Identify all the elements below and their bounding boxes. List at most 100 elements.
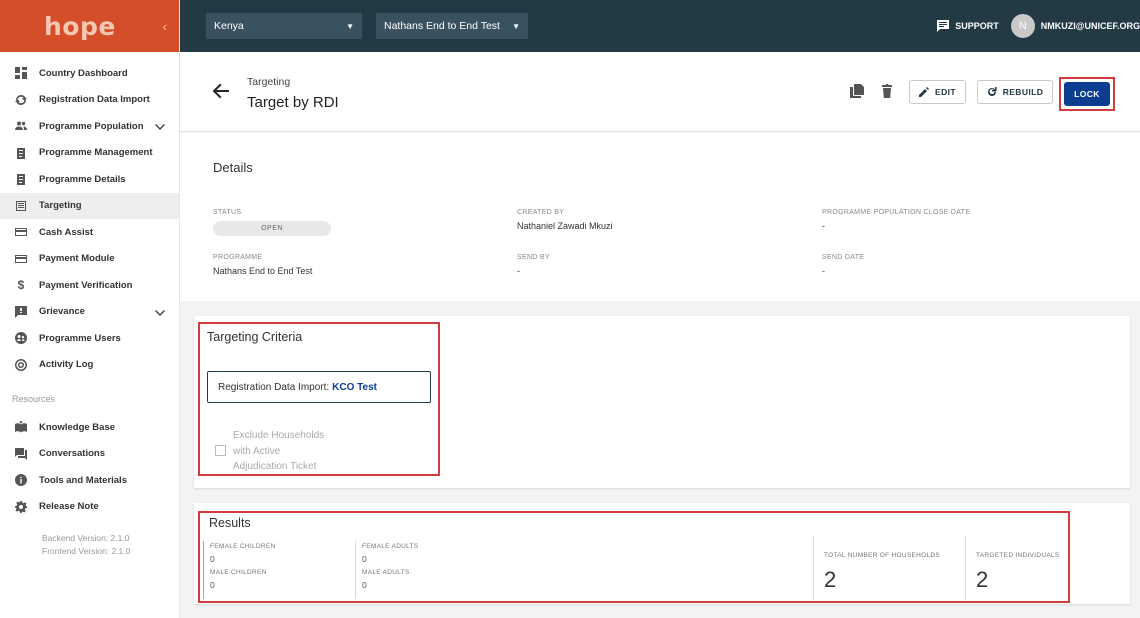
exclude-label-line-2: with Active	[233, 445, 281, 457]
support-button[interactable]: SUPPORT	[937, 20, 999, 32]
page-header: Targeting Target by RDI EDIT REBUILD LOC…	[180, 52, 1140, 132]
back-arrow-icon[interactable]	[212, 82, 230, 100]
close-date-label: PROGRAMME POPULATION CLOSE DATE	[822, 209, 971, 216]
sidebar-item-programme-users[interactable]: Programme Users	[0, 325, 179, 352]
logo-bar: hope ‹	[0, 0, 179, 52]
caret-down-icon: ▼	[512, 21, 520, 31]
total-households-value: 2	[824, 567, 837, 592]
programme-label: PROGRAMME	[213, 254, 263, 261]
avatar[interactable]: N	[1010, 14, 1035, 38]
status-label: STATUS	[213, 209, 242, 216]
breadcrumb[interactable]: Targeting	[247, 76, 290, 88]
chevron-down-icon[interactable]	[155, 121, 165, 131]
sidebar-item-label: Targeting	[39, 200, 82, 212]
close-date-value: -	[822, 221, 825, 231]
lock-button[interactable]: LOCK	[1064, 82, 1110, 106]
chevron-left-icon[interactable]: ‹	[163, 19, 167, 34]
rebuild-button[interactable]: REBUILD	[977, 80, 1053, 104]
sidebar-item-programme-population[interactable]: Programme Population	[0, 113, 179, 140]
version-info: Backend Version: 2.1.0 Frontend Version:…	[0, 520, 179, 558]
page-title: Target by RDI	[247, 94, 339, 111]
female-adults-value: 0	[362, 554, 367, 564]
sidebar-item-conversations[interactable]: Conversations	[0, 441, 179, 468]
sidebar-item-label: Tools and Materials	[39, 474, 127, 486]
created-by-label: CREATED BY	[517, 209, 565, 216]
list-box-icon	[14, 199, 28, 213]
support-label: SUPPORT	[955, 21, 999, 31]
female-children-label: FEMALE CHILDREN	[210, 543, 276, 550]
sidebar-item-country-dashboard[interactable]: Country Dashboard	[0, 60, 179, 87]
rdi-criteria-item[interactable]: Registration Data Import: KCO Test	[207, 371, 431, 403]
card-icon	[14, 225, 28, 239]
gear-icon	[14, 500, 28, 514]
sidebar-item-registration-data-import[interactable]: Registration Data Import	[0, 87, 179, 114]
lock-highlight: LOCK	[1059, 77, 1115, 111]
user-email[interactable]: NMKUZI@UNICEF.ORG	[1041, 21, 1140, 31]
frontend-version: Frontend Version: 2.1.0	[42, 546, 131, 556]
sidebar-item-payment-module[interactable]: Payment Module	[0, 246, 179, 273]
dollar-icon: $	[17, 278, 25, 293]
sidebar-item-label: Grievance	[39, 306, 85, 318]
exclude-households-checkbox[interactable]	[215, 445, 226, 456]
male-children-value: 0	[210, 580, 215, 590]
sidebar-nav: Country Dashboard Registration Data Impo…	[0, 52, 179, 378]
male-children-label: MALE CHILDREN	[210, 569, 267, 576]
sidebar-item-targeting[interactable]: Targeting	[0, 192, 179, 219]
feedback-icon	[14, 305, 28, 319]
chat-icon	[14, 447, 28, 461]
sidebar-item-cash-assist[interactable]: Cash Assist	[0, 219, 179, 246]
exclude-label-line-3: Adjudication Ticket	[233, 461, 317, 472]
sidebar-item-label: Programme Population	[39, 120, 144, 132]
targeting-criteria-card: Targeting Criteria Registration Data Imp…	[194, 316, 1130, 488]
female-adults-label: FEMALE ADULTS	[362, 543, 419, 550]
programme-select[interactable]: Nathans End to End Test ▼	[376, 13, 528, 39]
sidebar-item-programme-details[interactable]: Programme Details	[0, 166, 179, 193]
rebuild-button-label: REBUILD	[1002, 87, 1044, 97]
copy-icon[interactable]	[850, 84, 864, 98]
sidebar-item-payment-verification[interactable]: $ Payment Verification	[0, 272, 179, 299]
sidebar-item-label: Knowledge Base	[39, 421, 116, 433]
send-date-label: SEND DATE	[822, 254, 865, 261]
adults-stats: FEMALE ADULTS 0 MALE ADULTS 0	[355, 541, 505, 599]
chevron-down-icon[interactable]	[155, 307, 165, 317]
sidebar-item-grievance[interactable]: Grievance	[0, 299, 179, 326]
backend-version: Backend Version: 2.1.0	[42, 533, 130, 543]
edit-button[interactable]: EDIT	[909, 80, 966, 104]
results-card: Results FEMALE CHILDREN 0 MALE CHILDREN …	[194, 503, 1130, 604]
resources-heading: Resources	[12, 394, 56, 404]
sidebar-item-tools-and-materials[interactable]: Tools and Materials	[0, 467, 179, 494]
male-adults-value: 0	[362, 580, 367, 590]
programme-value: Nathans End to End Test	[213, 266, 313, 276]
top-bar-right: SUPPORT N NMKUZI@UNICEF.ORG	[937, 14, 1140, 38]
activity-icon	[14, 358, 28, 372]
sidebar-item-label: Release Note	[39, 501, 99, 513]
top-bar: Kenya ▼ Nathans End to End Test ▼ SUPPOR…	[180, 0, 1140, 52]
clipboard-icon	[14, 172, 28, 186]
users-circle-icon	[14, 331, 28, 345]
country-select[interactable]: Kenya ▼	[206, 13, 362, 39]
details-title: Details	[213, 160, 253, 175]
sidebar-item-release-note[interactable]: Release Note	[0, 494, 179, 521]
sidebar-item-knowledge-base[interactable]: Knowledge Base	[0, 414, 179, 441]
male-adults-label: MALE ADULTS	[362, 569, 410, 576]
status-badge: OPEN	[213, 221, 331, 236]
sidebar-item-activity-log[interactable]: Activity Log	[0, 352, 179, 379]
total-households-stat: TOTAL NUMBER OF HOUSEHOLDS 2	[813, 536, 965, 600]
sidebar-item-label: Country Dashboard	[39, 67, 128, 79]
hope-logo[interactable]: hope	[44, 12, 116, 41]
sidebar-item-programme-management[interactable]: Programme Management	[0, 140, 179, 167]
children-stats: FEMALE CHILDREN 0 MALE CHILDREN 0	[203, 541, 353, 599]
exclude-households-label: Exclude Households with Active Adjudicat…	[233, 428, 324, 475]
targeted-individuals-stat: TARGETED INDIVIDUALS 2	[965, 536, 1068, 600]
sidebar-item-label: Programme Management	[39, 147, 153, 159]
sidebar-item-label: Registration Data Import	[39, 94, 150, 106]
sidebar-item-label: Payment Module	[39, 253, 115, 265]
send-by-value: -	[517, 266, 520, 276]
country-select-value: Kenya	[214, 20, 244, 32]
dashboard-icon	[14, 66, 28, 80]
delete-icon[interactable]	[880, 84, 894, 98]
sidebar-item-label: Payment Verification	[39, 279, 133, 291]
send-date-value: -	[822, 266, 825, 276]
targeting-criteria-title: Targeting Criteria	[207, 330, 303, 344]
targeted-individuals-label: TARGETED INDIVIDUALS	[976, 552, 1060, 559]
